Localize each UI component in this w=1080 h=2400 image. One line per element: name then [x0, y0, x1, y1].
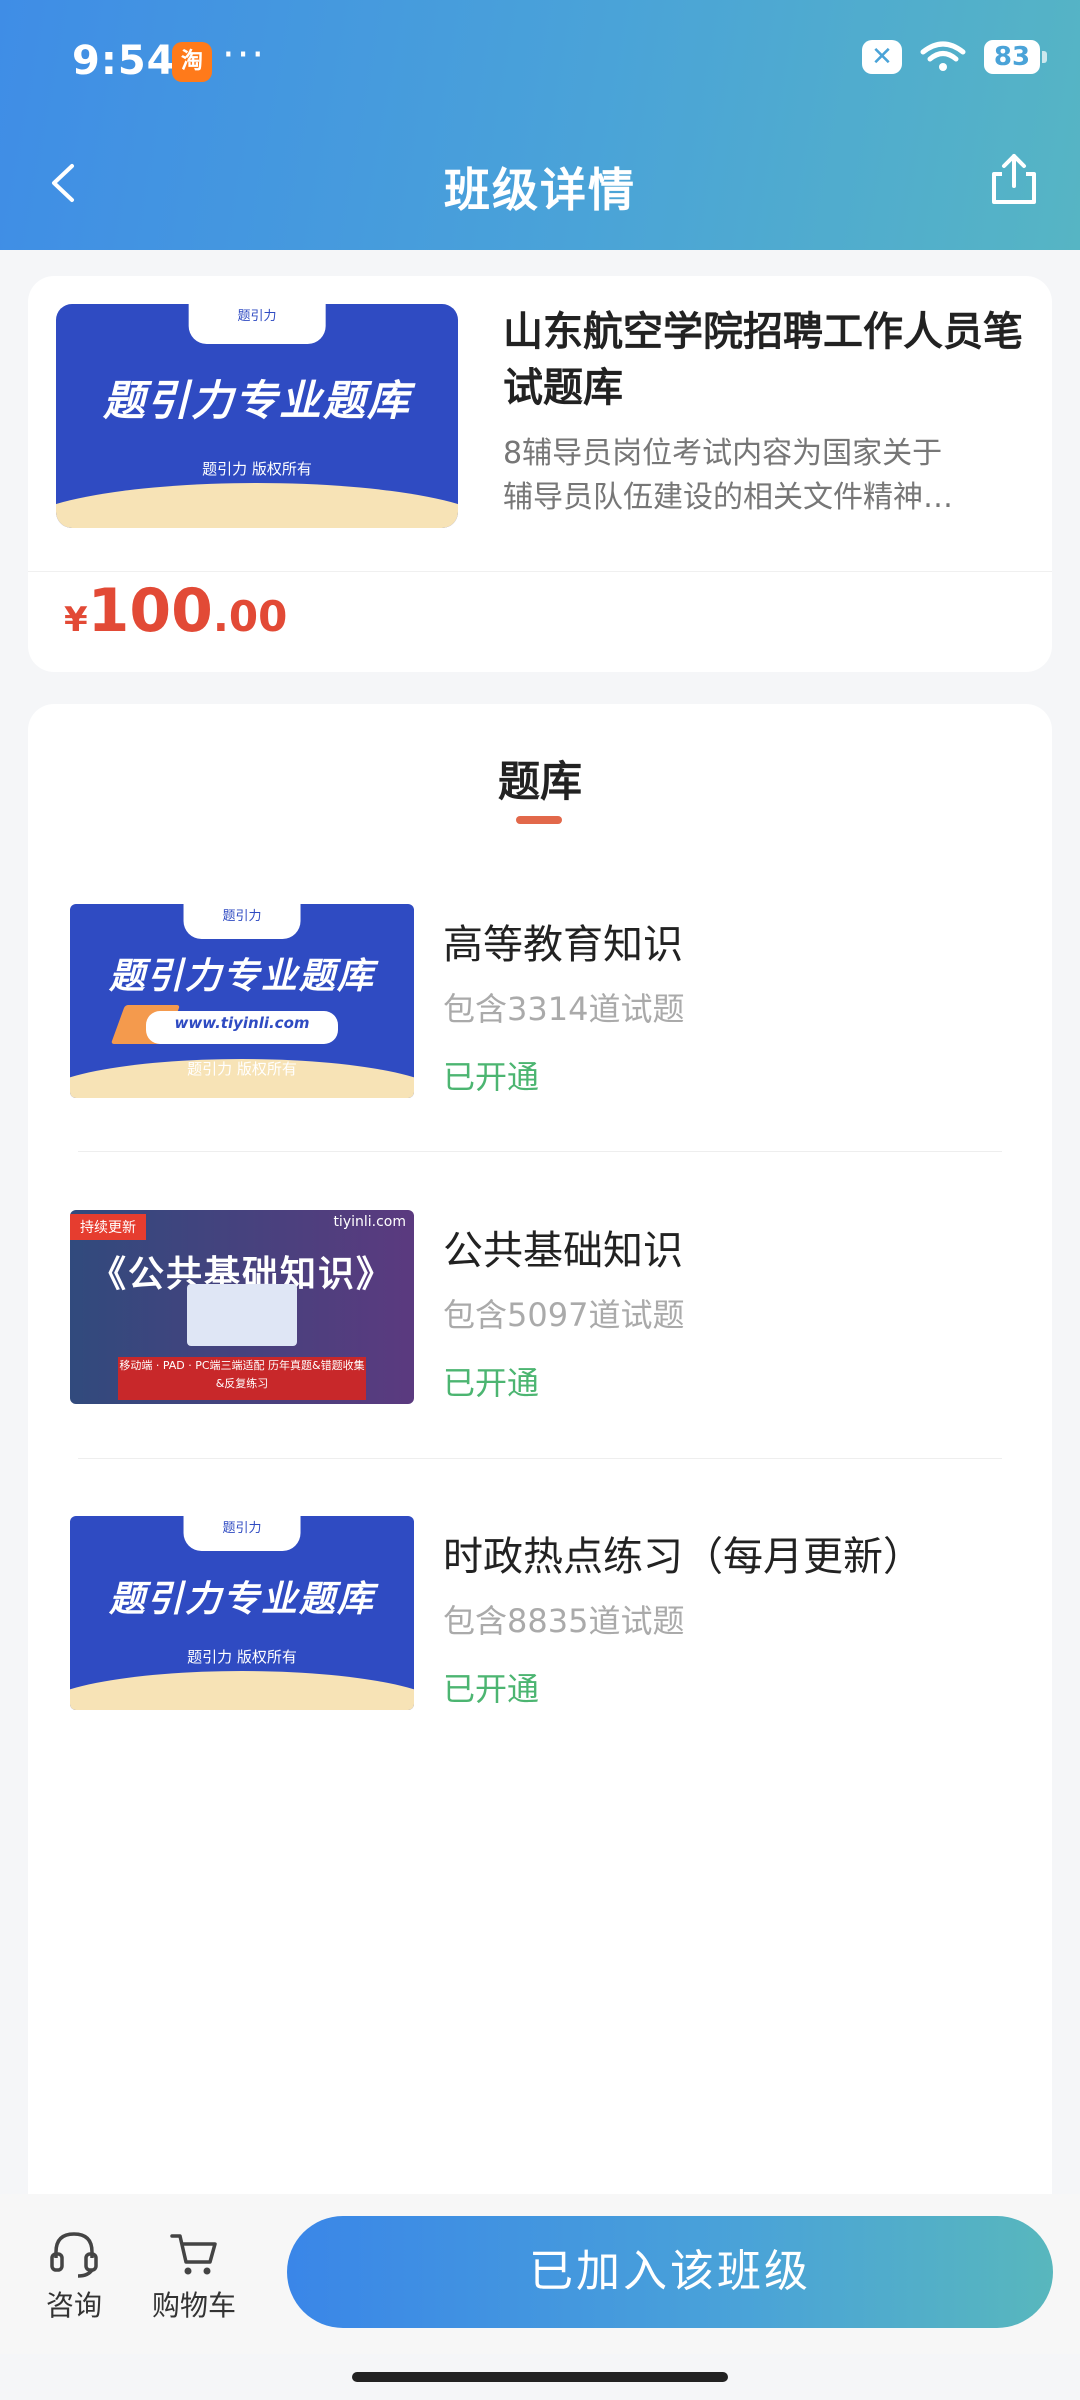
bank-status: 已开通 — [443, 1670, 540, 1708]
status-time: 9:54 — [72, 38, 176, 84]
course-card[interactable]: 题引力 题引力专业题库 题引力 版权所有 山东航空学院招聘工作人员笔试题库 8辅… — [28, 276, 1052, 672]
section-title[interactable]: 题库 — [28, 748, 1052, 809]
wifi-icon — [920, 41, 966, 71]
bank-thumbnail: 题引力 题引力专业题库 题引力 版权所有 — [70, 1516, 414, 1710]
divider — [78, 1151, 1002, 1152]
divider — [78, 1458, 1002, 1459]
thumb-main-text: 题引力专业题库 — [102, 375, 411, 425]
battery-indicator: 83 — [984, 40, 1047, 74]
thumb-sub-text: 题引力 版权所有 — [202, 459, 312, 478]
header: 9:54 淘 ··· ✕ 83 班级详情 — [0, 0, 1080, 250]
cart-button[interactable]: 购物车 — [144, 2230, 244, 2324]
home-indicator — [352, 2372, 728, 2382]
status-icons: ✕ 83 — [862, 40, 1047, 74]
joined-class-button[interactable]: 已加入该班级 — [287, 2216, 1053, 2328]
bank-name: 高等教育知识 — [443, 922, 683, 968]
share-icon[interactable] — [984, 150, 1044, 210]
status-bar: 9:54 淘 ··· ✕ 83 — [72, 32, 1047, 88]
page-title: 班级详情 — [444, 163, 636, 217]
question-bank-section: 题库 题引力 题引力专业题库 www.tiyinli.com 题引力 版权所有 … — [28, 704, 1052, 2264]
bank-status: 已开通 — [443, 1058, 540, 1096]
bank-thumbnail: 题引力 题引力专业题库 www.tiyinli.com 题引力 版权所有 — [70, 904, 414, 1098]
bank-thumbnail: 持续更新 tiyinli.com 《公共基础知识》 移动端 · PAD · PC… — [70, 1210, 414, 1404]
shopping-cart-icon — [170, 2234, 217, 2275]
bottom-action-bar: 咨询 购物车 已加入该班级 — [0, 2194, 1080, 2354]
list-item[interactable]: 题引力 题引力专业题库 题引力 版权所有 时政热点练习（每月更新） 包含8835… — [28, 1516, 1052, 1716]
divider — [28, 571, 1052, 572]
consult-button[interactable]: 咨询 — [24, 2230, 124, 2324]
close-box-icon: ✕ — [862, 40, 902, 74]
devices-icon — [186, 1283, 298, 1346]
tab-indicator — [516, 816, 562, 824]
course-title: 山东航空学院招聘工作人员笔试题库 — [503, 309, 1023, 411]
taobao-app-icon: 淘 — [172, 42, 212, 82]
bank-name: 公共基础知识 — [443, 1228, 683, 1274]
list-item[interactable]: 题引力 题引力专业题库 www.tiyinli.com 题引力 版权所有 高等教… — [28, 904, 1052, 1104]
nav-bar: 班级详情 — [0, 150, 1080, 220]
price: ¥100.00 — [64, 576, 288, 646]
headset-icon — [50, 2232, 98, 2278]
thumb-tag: 题引力 — [188, 304, 326, 345]
bank-status: 已开通 — [443, 1364, 540, 1402]
bank-count: 包含5097道试题 — [443, 1296, 685, 1334]
bank-name: 时政热点练习（每月更新） — [443, 1534, 923, 1580]
cart-label: 购物车 — [151, 2289, 236, 2322]
list-item[interactable]: 持续更新 tiyinli.com 《公共基础知识》 移动端 · PAD · PC… — [28, 1210, 1052, 1410]
consult-label: 咨询 — [45, 2289, 102, 2322]
bank-count: 包含8835道试题 — [443, 1602, 685, 1640]
course-thumbnail: 题引力 题引力专业题库 题引力 版权所有 — [56, 304, 458, 528]
course-description: 8辅导员岗位考试内容为国家关于 辅导员队伍建设的相关文件精神… — [503, 436, 953, 515]
bank-count: 包含3314道试题 — [443, 990, 685, 1028]
more-notifications-icon: ··· — [222, 32, 267, 78]
